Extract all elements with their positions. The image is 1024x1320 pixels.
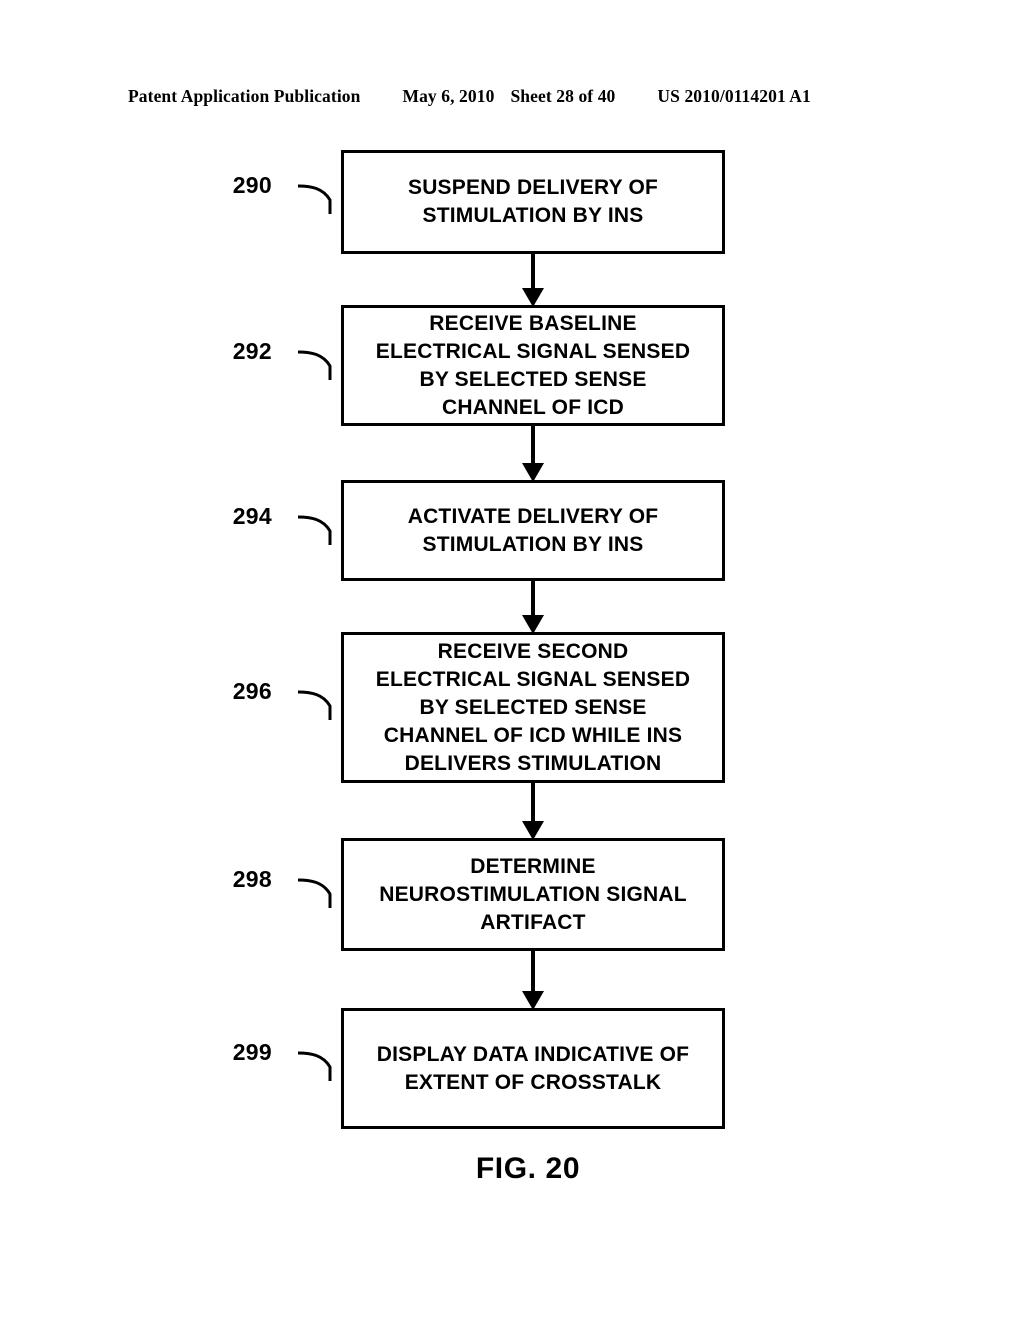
flow-arrow-294-to-296 [522,579,544,634]
flowchart-node-296-text: RECEIVE SECOND ELECTRICAL SIGNAL SENSED … [375,639,691,775]
flowchart-node-290-text: SUSPEND DELIVERY OF STIMULATION BY INS [407,176,659,227]
flow-arrow-296-to-298 [522,781,544,840]
flow-arrow-290-to-292 [522,252,544,307]
leader-line-298 [297,878,332,908]
leader-line-290 [297,184,332,214]
flowchart-node-294-text: ACTIVATE DELIVERY OF STIMULATION BY INS [407,504,659,556]
flowchart-node-290: SUSPEND DELIVERY OF STIMULATION BY INS [341,150,725,254]
flowchart-node-298: DETERMINE NEUROSTIMULATION SIGNAL ARTIFA… [341,838,725,951]
flowchart-node-299: DISPLAY DATA INDICATIVE OF EXTENT OF CRO… [341,1008,725,1129]
flowchart-node-296: RECEIVE SECOND ELECTRICAL SIGNAL SENSED … [341,632,725,783]
reference-numeral-294: 294 [232,503,272,529]
reference-numeral-298: 298 [232,866,272,892]
reference-numeral-296: 296 [232,678,272,704]
leader-line-292 [297,350,332,380]
figure-caption: FIG. 20 [475,1152,581,1185]
flow-arrow-298-to-299 [522,949,544,1010]
reference-numeral-290: 290 [232,172,272,198]
reference-numeral-299: 299 [232,1039,272,1065]
leader-line-296 [297,690,332,720]
flowchart-node-294: ACTIVATE DELIVERY OF STIMULATION BY INS [341,480,725,581]
flowchart-diagram: 290 SUSPEND DELIVERY OF STIMULATION BY I… [0,0,1024,1320]
flowchart-node-292-text: RECEIVE BASELINE ELECTRICAL SIGNAL SENSE… [375,311,691,419]
flowchart-node-292: RECEIVE BASELINE ELECTRICAL SIGNAL SENSE… [341,305,725,426]
reference-numeral-292: 292 [232,338,272,364]
leader-line-299 [297,1051,332,1081]
flow-arrow-292-to-294 [522,424,544,482]
flowchart-node-298-text: DETERMINE NEUROSTIMULATION SIGNAL ARTIFA… [379,854,687,934]
leader-line-294 [297,515,332,545]
flowchart-node-299-text: DISPLAY DATA INDICATIVE OF EXTENT OF CRO… [376,1042,690,1094]
